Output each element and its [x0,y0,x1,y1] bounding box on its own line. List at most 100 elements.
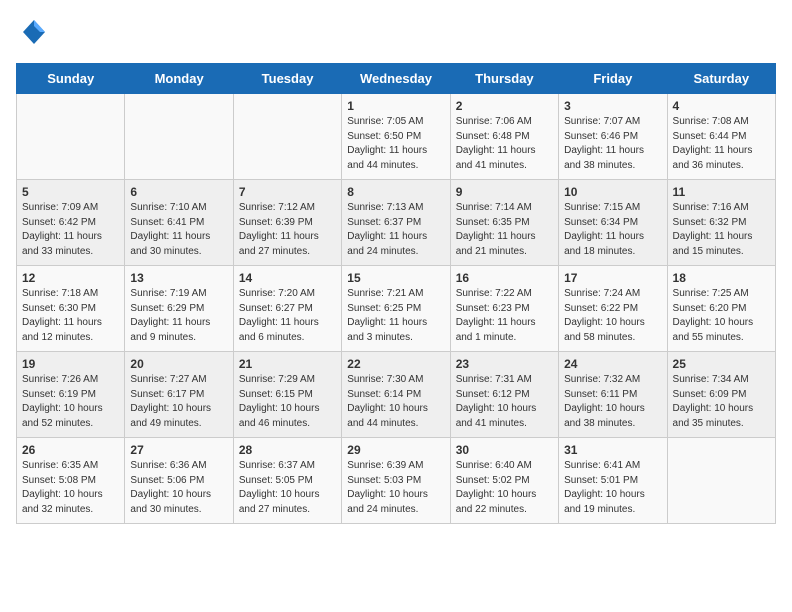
calendar-cell [17,94,125,180]
day-info: Sunrise: 7:09 AM Sunset: 6:42 PM Dayligh… [22,201,119,259]
day-info: Sunrise: 7:13 AM Sunset: 6:37 PM Dayligh… [347,201,444,259]
day-info: Sunrise: 7:34 AM Sunset: 6:09 PM Dayligh… [673,373,770,431]
col-header-saturday: Saturday [667,64,775,94]
calendar-cell: 30 Sunrise: 6:40 AM Sunset: 5:02 PM Dayli… [450,438,558,524]
day-info: Sunrise: 7:19 AM Sunset: 6:29 PM Dayligh… [130,287,227,345]
day-info: Sunrise: 7:27 AM Sunset: 6:17 PM Dayligh… [130,373,227,431]
day-number: 5 [22,185,119,199]
logo-icon [23,18,45,51]
day-info: Sunrise: 7:24 AM Sunset: 6:22 PM Dayligh… [564,287,661,345]
calendar-cell: 4Sunrise: 7:08 AM Sunset: 6:44 PM Daylig… [667,94,775,180]
calendar-cell: 24Sunrise: 7:32 AM Sunset: 6:11 PM Dayli… [559,352,667,438]
calendar-cell: 8 Sunrise: 7:13 AM Sunset: 6:37 PM Daylig… [342,180,450,266]
page-header [16,16,776,51]
day-number: 30 [456,443,553,457]
calendar-cell: 28Sunrise: 6:37 AM Sunset: 5:05 PM Dayli… [233,438,341,524]
calendar-week-row: 12Sunrise: 7:18 AM Sunset: 6:30 PM Dayli… [17,266,776,352]
day-number: 18 [673,271,770,285]
day-number: 2 [456,99,553,113]
calendar-cell: 18 Sunrise: 7:25 AM Sunset: 6:20 PM Dayli… [667,266,775,352]
day-info: Sunrise: 6:35 AM Sunset: 5:08 PM Dayligh… [22,459,119,517]
logo [16,16,45,51]
day-info: Sunrise: 7:12 AM Sunset: 6:39 PM Dayligh… [239,201,336,259]
calendar-cell: 22 Sunrise: 7:30 AM Sunset: 6:14 PM Dayli… [342,352,450,438]
day-info: Sunrise: 7:16 AM Sunset: 6:32 PM Dayligh… [673,201,770,259]
day-info: Sunrise: 7:10 AM Sunset: 6:41 PM Dayligh… [130,201,227,259]
calendar-week-row: 26 Sunrise: 6:35 AM Sunset: 5:08 PM Dayli… [17,438,776,524]
day-number: 26 [22,443,119,457]
calendar-cell: 26 Sunrise: 6:35 AM Sunset: 5:08 PM Dayli… [17,438,125,524]
calendar-cell: 10Sunrise: 7:15 AM Sunset: 6:34 PM Dayli… [559,180,667,266]
col-header-thursday: Thursday [450,64,558,94]
calendar-cell: 19 Sunrise: 7:26 AM Sunset: 6:19 PM Dayli… [17,352,125,438]
day-number: 11 [673,185,770,199]
day-number: 6 [130,185,227,199]
day-info: Sunrise: 7:30 AM Sunset: 6:14 PM Dayligh… [347,373,444,431]
day-number: 9 [456,185,553,199]
day-info: Sunrise: 7:14 AM Sunset: 6:35 PM Dayligh… [456,201,553,259]
calendar-cell: 2 Sunrise: 7:06 AM Sunset: 6:48 PM Daylig… [450,94,558,180]
day-number: 23 [456,357,553,371]
calendar-cell: 7 Sunrise: 7:12 AM Sunset: 6:39 PM Daylig… [233,180,341,266]
calendar-cell: 14 Sunrise: 7:20 AM Sunset: 6:27 PM Dayli… [233,266,341,352]
day-info: Sunrise: 6:39 AM Sunset: 5:03 PM Dayligh… [347,459,444,517]
day-number: 15 [347,271,444,285]
day-number: 25 [673,357,770,371]
calendar-cell: 15 Sunrise: 7:21 AM Sunset: 6:25 PM Dayli… [342,266,450,352]
day-info: Sunrise: 6:37 AM Sunset: 5:05 PM Dayligh… [239,459,336,517]
day-info: Sunrise: 7:21 AM Sunset: 6:25 PM Dayligh… [347,287,444,345]
day-info: Sunrise: 6:40 AM Sunset: 5:02 PM Dayligh… [456,459,553,517]
day-number: 20 [130,357,227,371]
col-header-sunday: Sunday [17,64,125,94]
day-info: Sunrise: 6:41 AM Sunset: 5:01 PM Dayligh… [564,459,661,517]
calendar-cell: 13 Sunrise: 7:19 AM Sunset: 6:29 PM Dayli… [125,266,233,352]
day-number: 14 [239,271,336,285]
calendar-cell [125,94,233,180]
calendar-cell: 29Sunrise: 6:39 AM Sunset: 5:03 PM Dayli… [342,438,450,524]
calendar-cell: 25 Sunrise: 7:34 AM Sunset: 6:09 PM Dayli… [667,352,775,438]
calendar-cell: 31 Sunrise: 6:41 AM Sunset: 5:01 PM Dayli… [559,438,667,524]
col-header-wednesday: Wednesday [342,64,450,94]
col-header-friday: Friday [559,64,667,94]
day-info: Sunrise: 7:20 AM Sunset: 6:27 PM Dayligh… [239,287,336,345]
day-number: 22 [347,357,444,371]
calendar-cell [233,94,341,180]
day-number: 13 [130,271,227,285]
calendar-week-row: 1 Sunrise: 7:05 AM Sunset: 6:50 PM Daylig… [17,94,776,180]
day-info: Sunrise: 7:07 AM Sunset: 6:46 PM Dayligh… [564,115,661,173]
col-header-tuesday: Tuesday [233,64,341,94]
calendar-table: SundayMondayTuesdayWednesdayThursdayFrid… [16,63,776,524]
day-number: 1 [347,99,444,113]
day-info: Sunrise: 7:32 AM Sunset: 6:11 PM Dayligh… [564,373,661,431]
calendar-week-row: 19 Sunrise: 7:26 AM Sunset: 6:19 PM Dayli… [17,352,776,438]
day-number: 19 [22,357,119,371]
day-number: 7 [239,185,336,199]
calendar-cell: 21 Sunrise: 7:29 AM Sunset: 6:15 PM Dayli… [233,352,341,438]
day-info: Sunrise: 7:05 AM Sunset: 6:50 PM Dayligh… [347,115,444,173]
calendar-cell: 6 Sunrise: 7:10 AM Sunset: 6:41 PM Daylig… [125,180,233,266]
day-number: 8 [347,185,444,199]
day-number: 31 [564,443,661,457]
calendar-cell: 9 Sunrise: 7:14 AM Sunset: 6:35 PM Daylig… [450,180,558,266]
calendar-cell: 20 Sunrise: 7:27 AM Sunset: 6:17 PM Dayli… [125,352,233,438]
day-number: 21 [239,357,336,371]
day-number: 17 [564,271,661,285]
calendar-cell: 3Sunrise: 7:07 AM Sunset: 6:46 PM Daylig… [559,94,667,180]
day-info: Sunrise: 6:36 AM Sunset: 5:06 PM Dayligh… [130,459,227,517]
calendar-header-row: SundayMondayTuesdayWednesdayThursdayFrid… [17,64,776,94]
day-info: Sunrise: 7:06 AM Sunset: 6:48 PM Dayligh… [456,115,553,173]
calendar-cell: 1 Sunrise: 7:05 AM Sunset: 6:50 PM Daylig… [342,94,450,180]
calendar-cell: 16 Sunrise: 7:22 AM Sunset: 6:23 PM Dayli… [450,266,558,352]
day-info: Sunrise: 7:22 AM Sunset: 6:23 PM Dayligh… [456,287,553,345]
day-number: 16 [456,271,553,285]
calendar-cell: 17 Sunrise: 7:24 AM Sunset: 6:22 PM Dayli… [559,266,667,352]
day-number: 10 [564,185,661,199]
calendar-cell: 27Sunrise: 6:36 AM Sunset: 5:06 PM Dayli… [125,438,233,524]
day-info: Sunrise: 7:29 AM Sunset: 6:15 PM Dayligh… [239,373,336,431]
calendar-cell: 12Sunrise: 7:18 AM Sunset: 6:30 PM Dayli… [17,266,125,352]
day-info: Sunrise: 7:25 AM Sunset: 6:20 PM Dayligh… [673,287,770,345]
day-info: Sunrise: 7:26 AM Sunset: 6:19 PM Dayligh… [22,373,119,431]
day-number: 12 [22,271,119,285]
col-header-monday: Monday [125,64,233,94]
day-number: 4 [673,99,770,113]
